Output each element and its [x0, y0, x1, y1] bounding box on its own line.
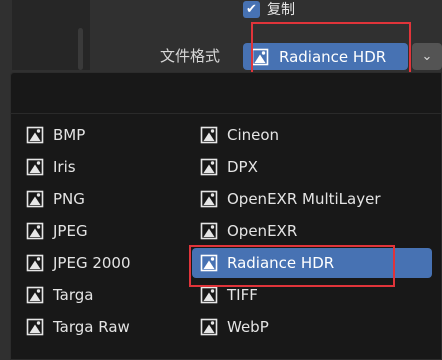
menu-item-iris[interactable]: Iris: [18, 152, 186, 182]
menu-item-openexr[interactable]: OpenEXR: [192, 216, 432, 246]
menu-item-webp[interactable]: WebP: [192, 312, 432, 342]
menu-item-jpeg[interactable]: JPEG: [18, 216, 186, 246]
image-icon: [200, 254, 218, 272]
menu-item-targa[interactable]: Targa: [18, 280, 186, 310]
image-icon: [26, 158, 44, 176]
image-icon: [26, 222, 44, 240]
menu-item-label: Targa Raw: [53, 318, 130, 336]
menu-item-dpx[interactable]: DPX: [192, 152, 432, 182]
menu-separator: [10, 113, 442, 114]
menu-item-label: JPEG 2000: [53, 254, 131, 272]
file-format-label: 文件格式: [160, 47, 221, 65]
image-icon: [26, 318, 44, 336]
menu-item-label: Radiance HDR: [227, 254, 335, 272]
image-icon: [200, 190, 218, 208]
copy-option[interactable]: ✔ 复制: [243, 0, 295, 18]
menu-item-openexr-multilayer[interactable]: OpenEXR MultiLayer: [192, 184, 432, 214]
image-icon: [26, 254, 44, 272]
file-format-value: Radiance HDR: [279, 47, 387, 66]
menu-item-label: OpenEXR MultiLayer: [227, 190, 381, 208]
image-icon: [200, 158, 218, 176]
image-icon: [200, 126, 218, 144]
menu-item-bmp[interactable]: BMP: [18, 120, 186, 150]
menu-item-label: WebP: [227, 318, 269, 336]
file-format-dropdown[interactable]: Radiance HDR: [243, 43, 408, 70]
copy-checkbox[interactable]: ✔: [243, 0, 260, 18]
menu-item-cineon[interactable]: Cineon: [192, 120, 432, 150]
menu-item-label: BMP: [53, 126, 86, 144]
menu-item-tiff[interactable]: TIFF: [192, 280, 432, 310]
copy-label: 复制: [267, 2, 295, 18]
image-icon: [200, 318, 218, 336]
menu-item-targa-raw[interactable]: Targa Raw: [18, 312, 186, 342]
menu-item-label: Iris: [53, 158, 76, 176]
menu-item-label: TIFF: [227, 286, 258, 304]
menu-item-label: OpenEXR: [227, 222, 298, 240]
image-icon: [26, 190, 44, 208]
menu-item-label: Targa: [53, 286, 94, 304]
image-icon: [26, 126, 44, 144]
menu-item-jpeg-2000[interactable]: JPEG 2000: [18, 248, 186, 278]
scrollbar[interactable]: [78, 28, 83, 70]
image-icon: [200, 222, 218, 240]
image-icon: [26, 286, 44, 304]
menu-item-label: PNG: [53, 190, 85, 208]
image-icon: [200, 286, 218, 304]
menu-item-label: Cineon: [227, 126, 280, 144]
image-icon: [251, 48, 269, 65]
menu-item-radiance-hdr[interactable]: Radiance HDR: [192, 248, 432, 278]
menu-item-label: JPEG: [53, 222, 88, 240]
menu-item-label: DPX: [227, 158, 258, 176]
menu-item-png[interactable]: PNG: [18, 184, 186, 214]
chevron-down-icon[interactable]: ⌄: [412, 43, 442, 70]
